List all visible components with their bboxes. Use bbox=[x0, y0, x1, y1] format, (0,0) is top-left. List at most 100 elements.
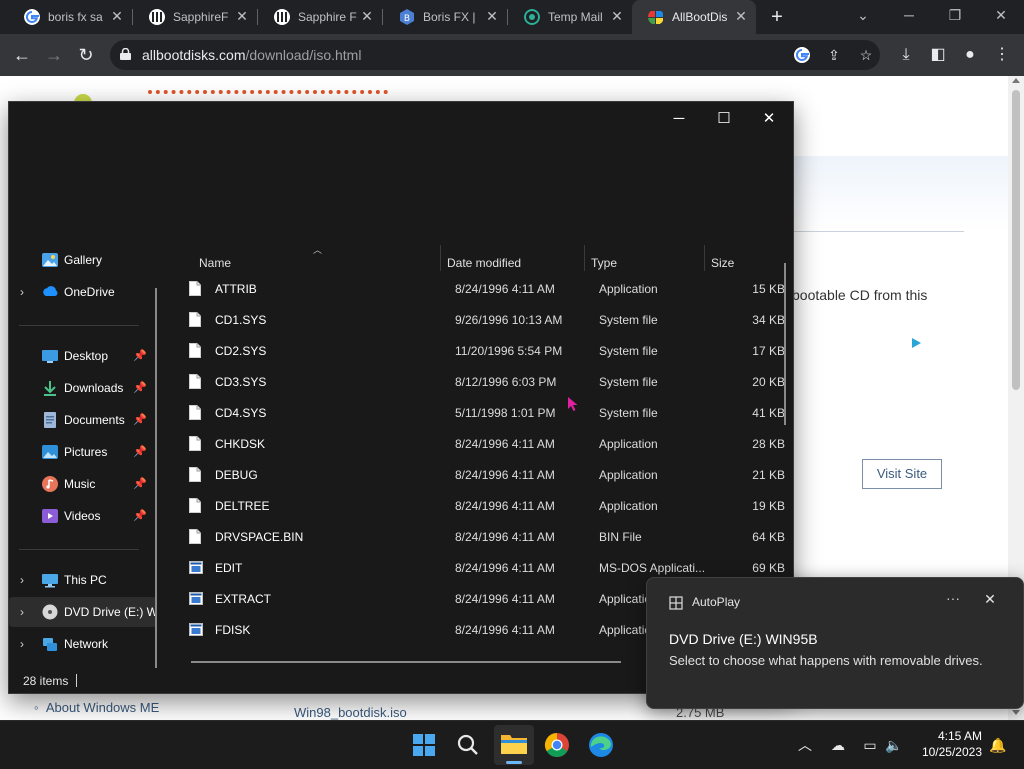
nav-item-desktop[interactable]: Desktop 📌 bbox=[9, 341, 157, 371]
pin-icon[interactable]: 📌 bbox=[133, 477, 147, 490]
file-type: System file bbox=[599, 313, 658, 327]
file-date: 8/24/1996 4:11 AM bbox=[455, 530, 555, 544]
close-tab-icon[interactable]: ✕ bbox=[732, 7, 750, 25]
clock[interactable]: 4:15 AM 10/25/2023 bbox=[912, 728, 982, 760]
downloads-icon bbox=[44, 381, 56, 396]
browser-tab-active[interactable]: AllBootDis ✕ bbox=[632, 0, 756, 34]
close-tab-icon[interactable]: ✕ bbox=[483, 7, 501, 25]
new-tab-button[interactable]: + bbox=[766, 6, 788, 28]
link-about-windows-me[interactable]: ◦ About Windows ME bbox=[34, 700, 159, 715]
browser-tab[interactable]: B Boris FX | ✕ bbox=[383, 0, 508, 34]
address-bar[interactable]: allbootdisks.com/download/iso.html ⇪ ☆ bbox=[110, 40, 880, 70]
display-tray-icon[interactable]: ▭ bbox=[860, 735, 880, 755]
tab-search-icon[interactable]: ⌄ bbox=[850, 4, 876, 26]
column-separator[interactable] bbox=[704, 245, 705, 271]
scroll-down-arrow[interactable] bbox=[1012, 710, 1020, 715]
nav-item-network[interactable]: › Network bbox=[9, 629, 157, 659]
side-panel-icon[interactable]: ◧ bbox=[926, 43, 950, 67]
chevron-right-icon[interactable]: › bbox=[20, 573, 32, 587]
nav-item-music[interactable]: Music 📌 bbox=[9, 469, 157, 499]
nav-item-onedrive[interactable]: › OneDrive bbox=[9, 277, 157, 307]
nav-item-this-pc[interactable]: › This PC bbox=[9, 565, 157, 595]
menu-kebab-icon[interactable]: ⋮ bbox=[990, 43, 1014, 67]
browser-tab[interactable]: SapphireF ✕ bbox=[133, 0, 258, 34]
nav-scrollbar[interactable] bbox=[155, 288, 157, 668]
chevron-right-icon[interactable]: › bbox=[20, 285, 32, 299]
nav-item-dvd-drive[interactable]: › DVD Drive (E:) W bbox=[9, 597, 157, 627]
browser-tab[interactable]: Temp Mail ✕ bbox=[508, 0, 632, 34]
autoplay-notification[interactable]: AutoPlay ··· ✕ DVD Drive (E:) WIN95B Sel… bbox=[646, 577, 1024, 709]
search-icon[interactable] bbox=[452, 729, 484, 761]
pin-icon[interactable]: 📌 bbox=[133, 349, 147, 362]
file-name: CD4.SYS bbox=[215, 406, 267, 420]
onedrive-tray-icon[interactable]: ☁ bbox=[828, 735, 848, 755]
file-row[interactable]: CD4.SYS 5/11/1998 1:01 PM System file 41… bbox=[183, 397, 785, 428]
nav-item-videos[interactable]: Videos 📌 bbox=[9, 501, 157, 531]
nav-item-label: Network bbox=[64, 637, 109, 651]
file-row[interactable]: DEBUG 8/24/1996 4:11 AM Application 21 K… bbox=[183, 459, 785, 490]
file-size: 34 KB bbox=[752, 313, 785, 327]
pin-icon[interactable]: 📌 bbox=[133, 445, 147, 458]
file-row[interactable]: CD1.SYS 9/26/1996 10:13 AM System file 3… bbox=[183, 304, 785, 335]
profile-icon[interactable]: ● bbox=[958, 43, 982, 67]
chevron-right-icon[interactable]: › bbox=[20, 637, 32, 651]
nav-item-label: Videos bbox=[64, 509, 101, 523]
google-lens-icon[interactable] bbox=[792, 45, 812, 65]
chrome-icon[interactable] bbox=[541, 729, 573, 761]
reload-icon[interactable]: ↻ bbox=[74, 43, 98, 67]
file-type: Application bbox=[599, 468, 658, 482]
close-window-icon[interactable]: ✕ bbox=[988, 4, 1014, 26]
forward-icon[interactable]: → bbox=[42, 43, 66, 67]
file-list-vertical-scrollbar[interactable] bbox=[784, 263, 786, 425]
pin-icon[interactable]: 📌 bbox=[133, 413, 147, 426]
pin-icon[interactable]: 📌 bbox=[133, 381, 147, 394]
browser-tab[interactable]: boris fx sa ✕ bbox=[8, 0, 133, 34]
chevron-right-icon[interactable]: › bbox=[20, 605, 32, 619]
notification-bell-icon[interactable]: 🔔 bbox=[988, 735, 1008, 755]
tab-label: boris fx sa bbox=[48, 10, 103, 24]
file-row[interactable]: DRVSPACE.BIN 8/24/1996 4:11 AM BIN File … bbox=[183, 521, 785, 552]
download-icon[interactable]: ⤓ bbox=[894, 43, 918, 67]
file-list-horizontal-scrollbar[interactable] bbox=[191, 661, 621, 663]
nav-item-pictures[interactable]: Pictures 📌 bbox=[9, 437, 157, 467]
restore-icon[interactable]: ❐ bbox=[942, 4, 968, 26]
start-windows-icon[interactable] bbox=[408, 729, 440, 761]
volume-icon[interactable]: 🔈 bbox=[884, 735, 904, 755]
nav-divider bbox=[19, 549, 139, 550]
minimize-icon[interactable]: ─ bbox=[896, 4, 922, 26]
nav-item-documents[interactable]: Documents 📌 bbox=[9, 405, 157, 435]
explorer-minimize-icon[interactable]: ─ bbox=[659, 106, 699, 132]
nav-item-gallery[interactable]: Gallery bbox=[9, 245, 157, 275]
tab-label: Sapphire F bbox=[298, 10, 357, 24]
show-hidden-icons-chevron-icon[interactable]: ︿ bbox=[795, 735, 815, 755]
column-separator[interactable] bbox=[440, 245, 441, 271]
explorer-close-icon[interactable]: ✕ bbox=[749, 106, 789, 132]
more-options-icon[interactable]: ··· bbox=[943, 590, 963, 606]
share-icon[interactable]: ⇪ bbox=[824, 45, 844, 65]
ad-choices-icon[interactable] bbox=[912, 338, 921, 348]
file-explorer-taskbar-button[interactable] bbox=[494, 725, 534, 765]
close-tab-icon[interactable]: ✕ bbox=[233, 7, 251, 25]
file-row[interactable]: ATTRIB 8/24/1996 4:11 AM Application 15 … bbox=[183, 273, 785, 304]
pin-icon[interactable]: 📌 bbox=[133, 509, 147, 522]
back-icon[interactable]: ← bbox=[10, 43, 34, 67]
close-tab-icon[interactable]: ✕ bbox=[608, 7, 626, 25]
nav-item-downloads[interactable]: Downloads 📌 bbox=[9, 373, 157, 403]
page-scroll-thumb[interactable] bbox=[1012, 90, 1020, 390]
file-row[interactable]: CHKDSK 8/24/1996 4:11 AM Application 28 … bbox=[183, 428, 785, 459]
close-tab-icon[interactable]: ✕ bbox=[108, 7, 126, 25]
column-separator[interactable] bbox=[584, 245, 585, 271]
file-row[interactable]: CD3.SYS 8/12/1996 6:03 PM System file 20… bbox=[183, 366, 785, 397]
file-row[interactable]: DELTREE 8/24/1996 4:11 AM Application 19… bbox=[183, 490, 785, 521]
explorer-maximize-icon[interactable]: ☐ bbox=[704, 106, 744, 132]
file-row[interactable]: CD2.SYS 11/20/1996 5:54 PM System file 1… bbox=[183, 335, 785, 366]
edge-icon[interactable] bbox=[585, 729, 617, 761]
close-tab-icon[interactable]: ✕ bbox=[358, 7, 376, 25]
autoplay-close-icon[interactable]: ✕ bbox=[981, 591, 999, 608]
scroll-up-arrow[interactable] bbox=[1012, 78, 1020, 83]
browser-tab[interactable]: Sapphire F ✕ bbox=[258, 0, 383, 34]
visit-site-button[interactable]: Visit Site bbox=[862, 459, 942, 489]
page-text-fragment: bootable CD from this bbox=[792, 287, 928, 303]
bookmark-star-icon[interactable]: ☆ bbox=[856, 45, 876, 65]
iso-file-link[interactable]: Win98_bootdisk.iso bbox=[294, 705, 407, 720]
